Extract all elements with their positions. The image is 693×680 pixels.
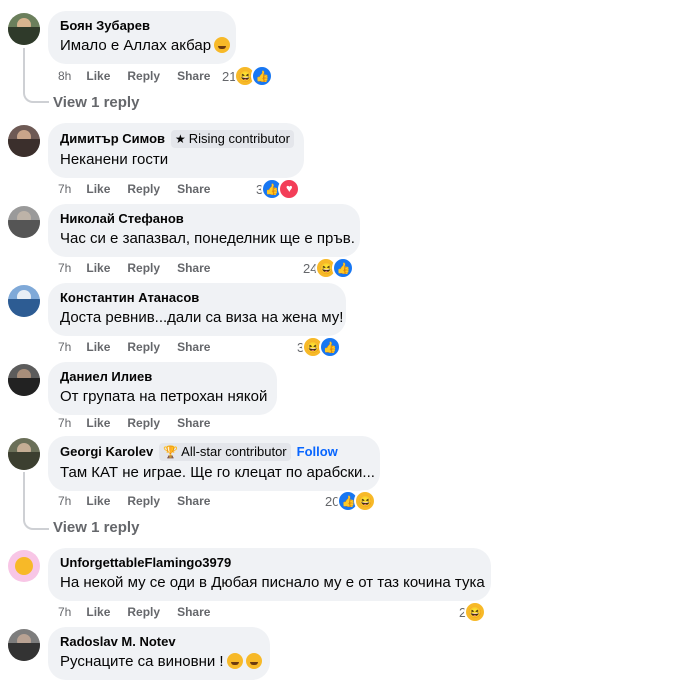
view-replies-link[interactable]: View 1 reply: [53, 519, 139, 536]
comment-bubble: Даниел Илиев От групата на петрохан няко…: [48, 362, 277, 415]
timestamp[interactable]: 7h: [58, 339, 71, 355]
author-name[interactable]: Николай Стефанов: [60, 211, 348, 227]
like-button[interactable]: Like: [86, 415, 110, 431]
avatar[interactable]: [8, 13, 40, 45]
reply-button[interactable]: Reply: [127, 604, 160, 620]
love-reaction-icon: ♥: [278, 178, 301, 200]
share-button[interactable]: Share: [177, 260, 210, 276]
comment-text: Руснаците са виновни !: [60, 653, 224, 670]
reaction-summary[interactable]: 2 😆: [459, 601, 487, 623]
comment-text: От групата на петрохан някой: [60, 388, 268, 405]
haha-reaction-icon: 😆: [354, 490, 377, 512]
like-reaction-icon: 👍: [251, 65, 274, 87]
comment-bubble: Georgi Karolev 🏆 All-star contributor Follo…: [48, 436, 380, 491]
view-replies-link[interactable]: View 1 reply: [53, 94, 139, 111]
comment-bubble: UnforgettableFlamingo3979 На некой му се…: [48, 548, 491, 601]
avatar[interactable]: [8, 125, 40, 157]
comment-bubble: Боян Зубарев Имало е Аллах акбар: [48, 11, 236, 64]
avatar[interactable]: [8, 550, 40, 582]
author-name[interactable]: Даниел Илиев: [60, 369, 265, 385]
reaction-summary[interactable]: 3 👍 ♥: [256, 178, 301, 200]
avatar[interactable]: [8, 206, 40, 238]
author-name[interactable]: UnforgettableFlamingo3979: [60, 555, 479, 571]
like-button[interactable]: Like: [86, 493, 110, 509]
share-button[interactable]: Share: [177, 604, 210, 620]
author-name[interactable]: Radoslav M. Notev: [60, 634, 258, 650]
comment-text: Имало е Аллах акбар: [60, 37, 212, 54]
contributor-badge[interactable]: ★ Rising contributor: [171, 130, 294, 148]
reply-button[interactable]: Reply: [127, 339, 160, 355]
comment-text: Час си е запазвал, понеделник ще е пръв.: [60, 230, 355, 247]
contributor-badge[interactable]: 🏆 All-star contributor: [159, 443, 291, 461]
reply-button[interactable]: Reply: [127, 181, 160, 197]
share-button[interactable]: Share: [177, 68, 210, 84]
comment-bubble: Димитър Симов ★ Rising contributor Неканен…: [48, 123, 304, 178]
share-button[interactable]: Share: [177, 339, 210, 355]
star-icon: ★: [175, 132, 186, 146]
like-button[interactable]: Like: [86, 339, 110, 355]
comment-text: Неканени гости: [60, 151, 169, 168]
comment-actions: 7h Like Reply Share: [58, 260, 227, 276]
avatar[interactable]: [8, 629, 40, 661]
reply-button[interactable]: Reply: [127, 493, 160, 509]
reaction-summary[interactable]: 3 😆 👍: [297, 336, 342, 358]
timestamp[interactable]: 7h: [58, 260, 71, 276]
haha-reaction-icon: 😆: [464, 601, 487, 623]
comment-actions: 7h Like Reply Share: [58, 181, 227, 197]
comment-actions: 7h Like Reply Share: [58, 493, 227, 509]
comment-actions: 8h Like Reply Share: [58, 68, 227, 84]
timestamp[interactable]: 8h: [58, 68, 71, 84]
trophy-icon: 🏆: [163, 445, 179, 459]
comment-text: На некой му се оди в Дюбая писнало му е …: [60, 574, 485, 591]
avatar[interactable]: [8, 285, 40, 317]
reply-button[interactable]: Reply: [127, 68, 160, 84]
timestamp[interactable]: 7h: [58, 181, 71, 197]
follow-button[interactable]: Follow: [297, 444, 338, 459]
reaction-summary[interactable]: 21 😆 👍: [222, 65, 274, 87]
timestamp[interactable]: 7h: [58, 415, 71, 431]
like-button[interactable]: Like: [86, 260, 110, 276]
avatar[interactable]: [8, 364, 40, 396]
like-reaction-icon: 👍: [332, 257, 355, 279]
thread-line: [23, 472, 49, 530]
comment-actions: 7h Like Reply Share: [58, 604, 227, 620]
like-reaction-icon: 👍: [319, 336, 342, 358]
like-button[interactable]: Like: [86, 68, 110, 84]
like-button[interactable]: Like: [86, 604, 110, 620]
share-button[interactable]: Share: [177, 415, 210, 431]
like-button[interactable]: Like: [86, 181, 110, 197]
comment-bubble: Николай Стефанов Час си е запазвал, поне…: [48, 204, 360, 257]
comment-bubble: Константин Атанасов Доста ревнив...дали …: [48, 283, 346, 336]
rofl-emoji-icon: [214, 37, 231, 53]
comment-actions: 7h Like Reply Share: [58, 339, 227, 355]
reply-button[interactable]: Reply: [127, 415, 160, 431]
author-name[interactable]: Боян Зубарев: [60, 18, 224, 34]
avatar[interactable]: [8, 438, 40, 470]
author-name[interactable]: Димитър Симов: [60, 131, 165, 146]
reaction-summary[interactable]: 24 😆 👍: [303, 257, 355, 279]
thread-line: [23, 48, 49, 103]
timestamp[interactable]: 7h: [58, 493, 71, 509]
grin-emoji-icon: [245, 653, 262, 669]
laughing-emoji-icon: [226, 653, 243, 669]
comment-bubble: Radoslav M. Notev Руснаците са виновни !: [48, 627, 270, 680]
timestamp[interactable]: 7h: [58, 604, 71, 620]
share-button[interactable]: Share: [177, 493, 210, 509]
reply-button[interactable]: Reply: [127, 260, 160, 276]
reaction-summary[interactable]: 20 👍 😆: [325, 490, 377, 512]
comment-actions: 7h Like Reply Share: [58, 415, 227, 431]
comment-text: Доста ревнив...дали са виза на жена му!: [60, 309, 344, 326]
share-button[interactable]: Share: [177, 181, 210, 197]
comment-text: Там КАТ не играе. Ще го клецат по арабск…: [60, 464, 375, 481]
author-name[interactable]: Georgi Karolev: [60, 444, 153, 459]
author-name[interactable]: Константин Атанасов: [60, 290, 334, 306]
